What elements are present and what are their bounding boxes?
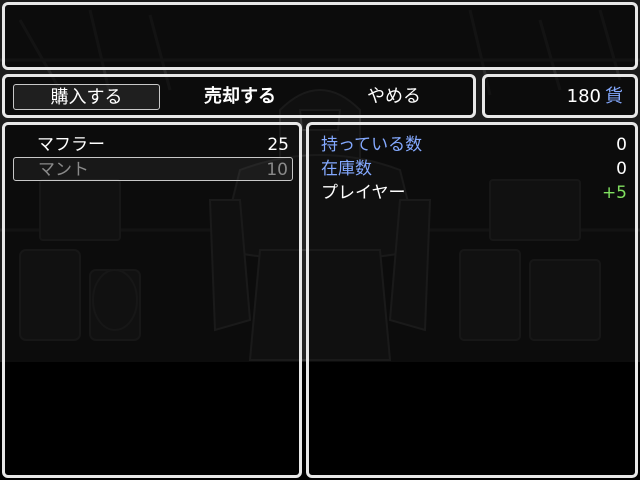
shop-command-window: 購入する 売却する やめる [2, 74, 476, 118]
stock-value: 0 [616, 159, 627, 179]
possession-row: 持っている数 0 [321, 133, 627, 157]
gold-amount: 180 [566, 86, 601, 107]
gold-window: 180 貨 [482, 74, 638, 118]
shop-status-window: 持っている数 0 在庫数 0 プレイヤー +5 [306, 122, 638, 478]
item-list-window: マフラー 25 マント 10 [2, 122, 302, 478]
actor-name: プレイヤー [321, 183, 406, 203]
sell-command[interactable]: 売却する [165, 84, 315, 110]
possession-value: 0 [616, 135, 627, 155]
item-name: マント [38, 160, 89, 180]
actor-row: プレイヤー +5 [321, 181, 627, 205]
currency-unit: 貨 [605, 86, 623, 107]
item-name: マフラー [37, 135, 105, 155]
stock-row: 在庫数 0 [321, 157, 627, 181]
item-price: 10 [266, 160, 288, 180]
item-row-muffler[interactable]: マフラー 25 [13, 133, 293, 157]
item-row-mantle[interactable]: マント 10 [13, 157, 293, 181]
help-window [2, 2, 638, 70]
possession-label: 持っている数 [321, 135, 423, 155]
buy-command[interactable]: 購入する [13, 84, 160, 110]
item-price: 25 [267, 135, 289, 155]
stock-label: 在庫数 [321, 159, 372, 179]
cancel-command[interactable]: やめる [319, 84, 469, 110]
parameter-change: +5 [601, 183, 627, 203]
